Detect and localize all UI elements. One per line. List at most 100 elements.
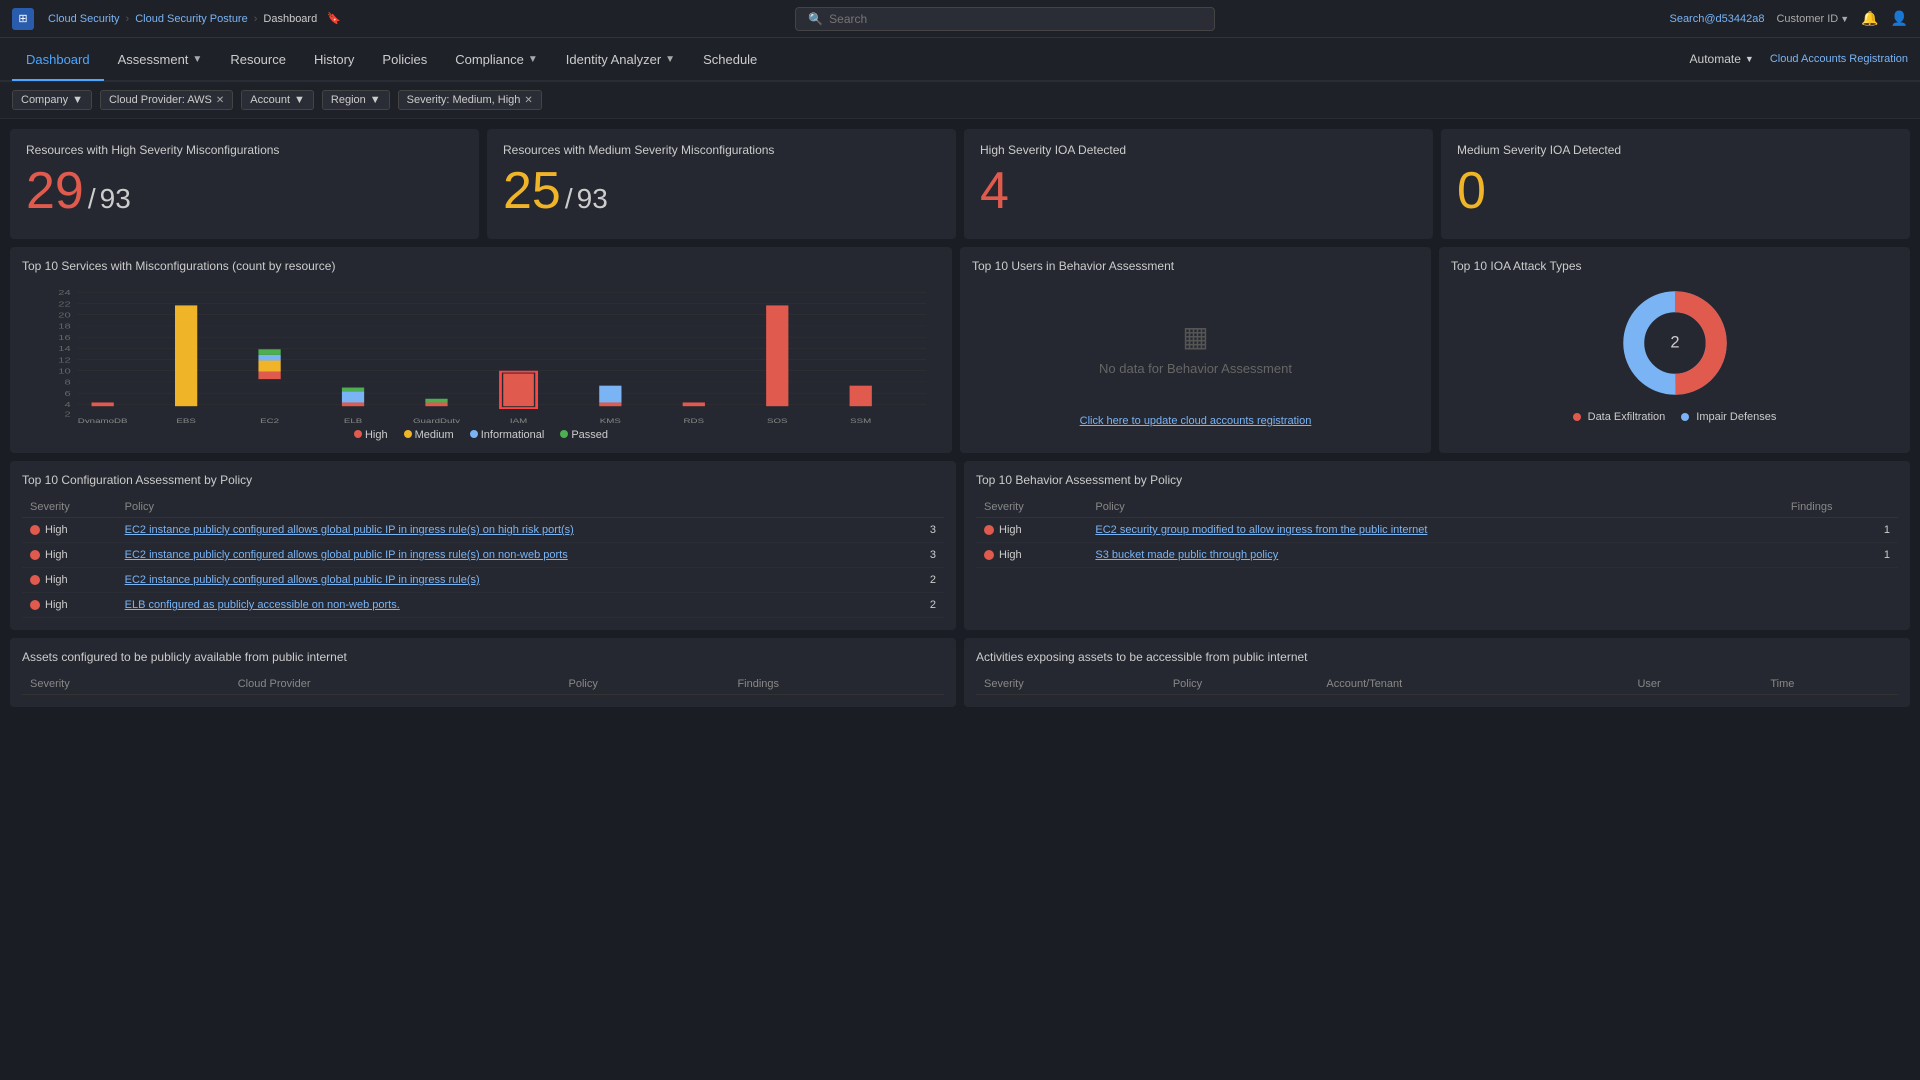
svg-text:22: 22 <box>58 300 70 309</box>
svg-text:GuardDuty: GuardDuty <box>413 417 461 423</box>
region-chevron: ▼ <box>370 94 381 106</box>
col-severity: Severity <box>976 497 1087 518</box>
customer-id-dropdown[interactable]: Customer ID ▼ <box>1776 13 1849 25</box>
table-row: High ELB configured as publicly accessib… <box>22 593 944 618</box>
no-data-area: ▦ No data for Behavior Assessment <box>972 283 1419 413</box>
svg-text:18: 18 <box>58 322 70 331</box>
policy-link[interactable]: EC2 instance publicly configured allows … <box>125 574 480 586</box>
filter-bar: Company ▼ Cloud Provider: AWS ✕ Account … <box>0 82 1920 119</box>
policy-link[interactable]: EC2 instance publicly configured allows … <box>125 549 568 561</box>
stat-high-ioa: High Severity IOA Detected 4 <box>964 129 1433 239</box>
config-assessment-title: Top 10 Configuration Assessment by Polic… <box>22 473 944 487</box>
svg-text:ELB: ELB <box>344 417 363 423</box>
col-user: User <box>1629 674 1762 695</box>
nav-dashboard-label: Dashboard <box>26 52 90 67</box>
legend-informational: Informational <box>470 429 545 441</box>
svg-text:KMS: KMS <box>600 417 622 423</box>
policy-link[interactable]: EC2 instance publicly configured allows … <box>125 524 574 536</box>
table-row: High EC2 instance publicly configured al… <box>22 518 944 543</box>
nav-dashboard[interactable]: Dashboard <box>12 40 104 81</box>
stat-medium-ioa-title: Medium Severity IOA Detected <box>1457 143 1894 157</box>
user-profile-icon[interactable]: 👤 <box>1891 10 1908 27</box>
nav-policies[interactable]: Policies <box>368 40 441 81</box>
search-input[interactable] <box>829 12 1202 26</box>
compliance-chevron: ▼ <box>528 54 538 65</box>
impair-defenses-label: Impair Defenses <box>1696 411 1776 423</box>
filter-company[interactable]: Company ▼ <box>12 90 92 110</box>
bar-chart-svg: 24 22 20 18 16 14 12 10 8 6 4 2 DynamoDB <box>22 283 940 423</box>
severity-dot <box>30 600 40 610</box>
col-cloud-provider: Cloud Provider <box>230 674 561 695</box>
config-policy-scroll[interactable]: Severity Policy High EC2 instance public… <box>22 497 944 618</box>
bar-legend: High Medium Informational Passed <box>22 429 940 441</box>
stat-medium-ioa-value: 0 <box>1457 165 1486 217</box>
svg-text:SQS: SQS <box>767 417 788 423</box>
nav-assessment[interactable]: Assessment ▼ <box>104 40 217 81</box>
update-cloud-accounts-link[interactable]: Click here to update cloud accounts regi… <box>1080 415 1312 427</box>
breadcrumb-cloud-security[interactable]: Cloud Security <box>48 13 120 25</box>
severity-dot <box>984 550 994 560</box>
findings-count: 1 <box>1783 543 1898 568</box>
bookmark-icon[interactable]: 🔖 <box>327 12 341 25</box>
svg-text:DynamoDB: DynamoDB <box>78 417 128 423</box>
svg-text:SSM: SSM <box>850 417 871 423</box>
findings-count: 3 <box>906 518 944 543</box>
severity-label: High <box>45 549 68 561</box>
nav-bar: Dashboard Assessment ▼ Resource History … <box>0 38 1920 82</box>
table-row: High EC2 security group modified to allo… <box>976 518 1898 543</box>
nav-resource[interactable]: Resource <box>216 40 300 81</box>
filter-company-label: Company <box>21 94 68 106</box>
filter-cloud-provider[interactable]: Cloud Provider: AWS ✕ <box>100 90 233 110</box>
stat-medium-misconfig-value: 25 <box>503 165 561 217</box>
filter-cloud-provider-label: Cloud Provider: AWS <box>109 94 212 106</box>
svg-text:6: 6 <box>64 390 70 399</box>
nav-schedule[interactable]: Schedule <box>689 40 771 81</box>
severity-label: High <box>45 524 68 536</box>
nav-identity-analyzer-label: Identity Analyzer <box>566 52 661 67</box>
policy-link[interactable]: EC2 security group modified to allow ing… <box>1095 524 1427 536</box>
legend-data-exfiltration: Data Exfiltration <box>1573 411 1666 423</box>
notifications-icon[interactable]: 🔔 <box>1861 10 1878 27</box>
nav-compliance[interactable]: Compliance ▼ <box>441 40 552 81</box>
nav-history[interactable]: History <box>300 40 368 81</box>
bar-chart-area: 24 22 20 18 16 14 12 10 8 6 4 2 DynamoDB <box>22 283 940 423</box>
stat-high-ioa-title: High Severity IOA Detected <box>980 143 1417 157</box>
breadcrumb-posture[interactable]: Cloud Security Posture <box>135 13 248 25</box>
search-area: 🔍 <box>341 7 1670 31</box>
stat-medium-misconfig: Resources with Medium Severity Misconfig… <box>487 129 956 239</box>
app-icon: ⊞ <box>12 8 34 30</box>
stat-medium-slash: / <box>565 183 573 215</box>
policy-link[interactable]: S3 bucket made public through policy <box>1095 549 1278 561</box>
severity-dot <box>30 550 40 560</box>
nav-identity-analyzer[interactable]: Identity Analyzer ▼ <box>552 40 689 81</box>
cloud-accounts-registration[interactable]: Cloud Accounts Registration <box>1770 53 1908 65</box>
behavior-policy-table: Severity Policy Findings High EC2 securi… <box>976 497 1898 568</box>
automate-dropdown[interactable]: Automate ▼ <box>1690 52 1754 66</box>
col-findings <box>906 497 944 518</box>
table-row: High EC2 instance publicly configured al… <box>22 543 944 568</box>
filter-region[interactable]: Region ▼ <box>322 90 390 110</box>
user-email[interactable]: Search@d53442a8 <box>1669 13 1764 25</box>
svg-text:EBS: EBS <box>176 417 196 423</box>
svg-text:8: 8 <box>64 378 70 387</box>
stat-medium-ioa: Medium Severity IOA Detected 0 <box>1441 129 1910 239</box>
search-box[interactable]: 🔍 <box>795 7 1215 31</box>
automate-label: Automate <box>1690 52 1741 66</box>
stat-medium-total: 93 <box>577 183 608 215</box>
stat-high-misconfig-title: Resources with High Severity Misconfigur… <box>26 143 463 157</box>
stats-row: Resources with High Severity Misconfigur… <box>10 129 1910 239</box>
breadcrumb-area: ⊞ Cloud Security › Cloud Security Postur… <box>12 8 341 30</box>
breadcrumb-sep1: › <box>126 13 130 25</box>
filter-severity[interactable]: Severity: Medium, High ✕ <box>398 90 542 110</box>
nav-assessment-label: Assessment <box>118 52 189 67</box>
severity-remove-icon[interactable]: ✕ <box>524 95 532 106</box>
cloud-provider-remove-icon[interactable]: ✕ <box>216 95 224 106</box>
breadcrumb-sep2: › <box>254 13 258 25</box>
policy-link[interactable]: ELB configured as publicly accessible on… <box>125 599 400 611</box>
severity-dot <box>30 575 40 585</box>
data-exfiltration-label: Data Exfiltration <box>1588 411 1666 423</box>
findings-count: 3 <box>906 543 944 568</box>
filter-account[interactable]: Account ▼ <box>241 90 314 110</box>
assets-public-table: Severity Cloud Provider Policy Findings <box>22 674 944 695</box>
stat-high-total: 93 <box>100 183 131 215</box>
